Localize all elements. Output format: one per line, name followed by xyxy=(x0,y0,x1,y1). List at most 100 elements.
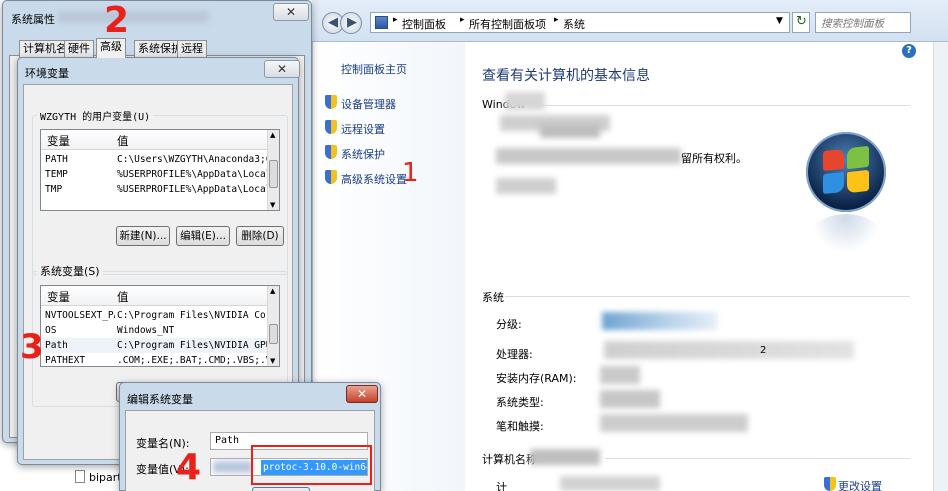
close-button[interactable]: ✕ xyxy=(273,3,309,21)
scroll-down-icon[interactable]: ▼ xyxy=(270,357,275,365)
list-header: 变量 值 xyxy=(41,130,279,150)
redacted-block xyxy=(496,148,681,164)
shield-icon xyxy=(325,95,337,109)
var-name: PATH xyxy=(45,154,68,165)
var-name: NVTOOLSEXT_PATH xyxy=(45,310,115,321)
redacted-block xyxy=(602,312,717,330)
sysprops-title: 系统属性 xyxy=(11,13,55,26)
table-row[interactable]: Path C:\Program Files\NVIDIA GPU Com... xyxy=(41,338,279,353)
redacted-block xyxy=(540,124,600,138)
help-icon[interactable]: ? xyxy=(902,44,916,58)
breadcrumb-separator-icon: ▸ xyxy=(460,15,465,25)
breadcrumb-system[interactable]: 系统 xyxy=(563,16,585,32)
var-value: C:\Program Files\NVIDIA GPU Com... xyxy=(117,340,267,351)
annotation-4: 4 xyxy=(176,447,202,488)
redacted-block xyxy=(560,476,660,491)
copyright-text: 留所有权利。 xyxy=(681,152,747,165)
device-manager-link[interactable]: 设备管理器 xyxy=(341,96,396,112)
system-type-label: 系统类型: xyxy=(496,396,544,409)
system-protection-link[interactable]: 系统保护 xyxy=(341,146,385,162)
bg-file-icon xyxy=(75,470,85,483)
section-divider xyxy=(605,458,910,459)
scrollbar[interactable]: ▲ ▼ xyxy=(267,286,279,366)
system-vars-list[interactable]: 变量 值 NVTOOLSEXT_PATH C:\Program Files\NV… xyxy=(40,285,280,367)
system-vars-group-label: 系统变量(S) xyxy=(37,263,103,279)
shield-icon xyxy=(325,145,337,159)
refresh-icon: ↻ xyxy=(796,14,807,29)
pen-touch-label: 笔和触摸: xyxy=(496,420,544,433)
close-button[interactable]: ✕ xyxy=(264,60,300,78)
redacted-block xyxy=(213,461,253,473)
var-name: TEMP xyxy=(45,169,68,180)
scroll-thumb[interactable] xyxy=(269,160,278,188)
var-name: OS xyxy=(45,325,57,336)
user-edit-button[interactable]: 编辑(E)... xyxy=(176,226,230,246)
cp-home-link[interactable]: 控制面板主页 xyxy=(341,61,407,77)
control-panel-icon xyxy=(375,16,388,29)
table-row[interactable]: PATH C:\Users\WZGYTH\Anaconda3;C:\Us... xyxy=(41,152,279,167)
table-row[interactable]: OS Windows_NT xyxy=(41,323,279,338)
breadcrumb-control-panel[interactable]: 控制面板 xyxy=(402,16,446,32)
var-value: .COM;.EXE;.BAT;.CMD;.VBS;.VBE;... xyxy=(117,355,267,366)
breadcrumb-separator-icon: ▸ xyxy=(554,15,559,25)
table-row[interactable]: TMP %USERPROFILE%\AppData\Local\Temp xyxy=(41,182,279,197)
table-row[interactable]: NVTOOLSEXT_PATH C:\Program Files\NVIDIA … xyxy=(41,308,279,323)
annotation-2: 2 xyxy=(104,0,130,41)
close-icon: ✕ xyxy=(356,387,368,401)
col-header-var[interactable]: 变量 xyxy=(47,133,70,149)
change-settings-link[interactable]: 更改设置 xyxy=(838,478,882,491)
ok-button[interactable] xyxy=(252,487,310,491)
var-name: Path xyxy=(45,340,68,351)
address-bar[interactable]: ▸ 控制面板 ▸ 所有控制面板项 ▸ 系统 ▼ xyxy=(370,12,790,33)
redacted-block xyxy=(600,366,640,384)
var-value: %USERPROFILE%\AppData\Local\Temp xyxy=(117,169,267,180)
redacted-block xyxy=(604,341,854,359)
col-header-val[interactable]: 值 xyxy=(117,289,129,305)
col-header-var[interactable]: 变量 xyxy=(47,289,70,305)
breadcrumb-all-items[interactable]: 所有控制面板项 xyxy=(469,16,546,32)
user-new-button[interactable]: 新建(N)... xyxy=(116,226,170,246)
scroll-up-icon[interactable]: ▲ xyxy=(270,287,275,295)
highlight-box xyxy=(251,445,372,485)
table-row[interactable]: TEMP %USERPROFILE%\AppData\Local\Temp xyxy=(41,167,279,182)
dropdown-chevron-icon[interactable]: ▼ xyxy=(776,16,783,26)
bottom-partial-label: 计 xyxy=(496,481,507,491)
redacted-block xyxy=(600,390,660,408)
close-icon: ✕ xyxy=(276,62,288,76)
scroll-thumb[interactable] xyxy=(269,324,278,344)
shield-icon xyxy=(824,477,836,491)
scroll-down-icon[interactable]: ▼ xyxy=(270,201,275,209)
user-vars-group-label: WZGYTH 的用户变量(U) xyxy=(37,108,154,123)
col-header-val[interactable]: 值 xyxy=(117,133,129,149)
var-name: PATHEXT xyxy=(45,355,86,366)
redacted-block xyxy=(530,449,600,465)
redacted-block xyxy=(58,11,208,23)
table-row[interactable]: PATHEXT .COM;.EXE;.BAT;.CMD;.VBS;.VBE;..… xyxy=(41,353,279,366)
windows-logo-icon xyxy=(806,132,886,254)
cp-scrollbar[interactable] xyxy=(933,42,948,491)
refresh-button[interactable]: ↻ xyxy=(792,12,810,33)
tab-remote[interactable]: 远程 xyxy=(177,40,207,58)
shield-icon xyxy=(325,120,337,134)
computer-name-section-heading: 计算机名称 xyxy=(482,453,537,466)
var-value: %USERPROFILE%\AppData\Local\Temp xyxy=(117,184,267,195)
remote-settings-link[interactable]: 远程设置 xyxy=(341,121,385,137)
user-delete-button[interactable]: 删除(D) xyxy=(236,226,284,246)
advanced-system-settings-link[interactable]: 高级系统设置 xyxy=(341,171,407,187)
scroll-up-icon[interactable]: ▲ xyxy=(270,131,275,139)
processor-label: 处理器: xyxy=(496,348,533,361)
tab-hardware[interactable]: 硬件 xyxy=(64,40,94,58)
section-divider xyxy=(540,105,910,106)
search-box[interactable]: 搜索控制面板 xyxy=(815,12,911,33)
var-value: Windows_NT xyxy=(117,325,175,336)
redacted-block xyxy=(600,414,748,432)
forward-button[interactable]: ▶ xyxy=(340,12,362,34)
scrollbar[interactable]: ▲ ▼ xyxy=(267,130,279,210)
close-button[interactable]: ✕ xyxy=(346,385,378,403)
list-header: 变量 值 xyxy=(41,286,279,306)
user-vars-list[interactable]: 变量 值 PATH C:\Users\WZGYTH\Anaconda3;C:\U… xyxy=(40,129,280,211)
search-placeholder: 搜索控制面板 xyxy=(821,18,884,30)
cp-main-title: 查看有关计算机的基本信息 xyxy=(482,68,650,84)
env-vars-title: 环境变量 xyxy=(25,67,69,80)
tab-advanced[interactable]: 高级 xyxy=(96,38,126,58)
